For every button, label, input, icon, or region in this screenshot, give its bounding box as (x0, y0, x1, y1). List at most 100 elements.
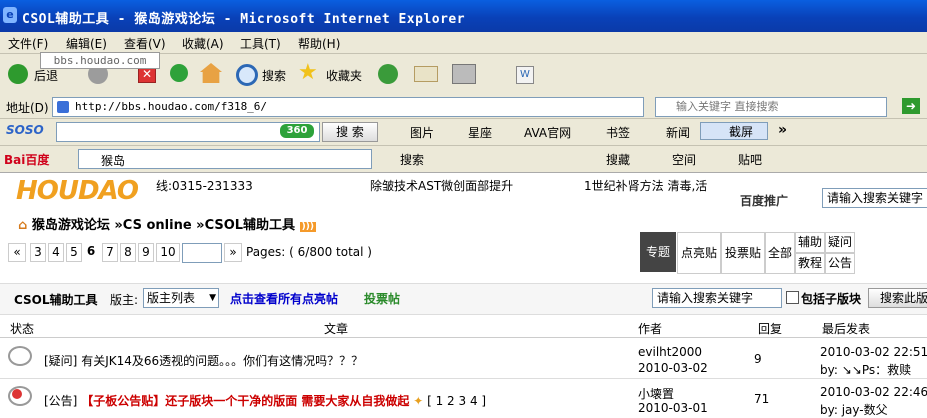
thread-title[interactable]: 【子板公告贴】还子版块一个干净的版面 需要大家从自我做起 (81, 394, 409, 408)
go-arrow-icon[interactable]: ➜ (902, 98, 920, 114)
thread-tag: [公告] (44, 394, 78, 408)
ad-link-2[interactable]: 1世纪补肾方法 清毒,活 (584, 177, 707, 194)
menu-bar: 文件(F) 编辑(E) 查看(V) 收藏(A) 工具(T) 帮助(H) (0, 32, 927, 54)
menu-favorites[interactable]: 收藏(A) (182, 35, 224, 52)
soso-item-screenshot[interactable]: 截屏 (700, 122, 768, 140)
edit-word-icon[interactable]: W (516, 66, 534, 84)
soso-logo: SOSO (6, 123, 44, 137)
page-link[interactable]: 4 (48, 243, 64, 262)
breadcrumb-sep: » (114, 218, 123, 233)
thread-last-by[interactable]: by: ↘↘Ps：救赎 (820, 361, 911, 378)
breadcrumb-current[interactable]: CSOL辅助工具 (205, 218, 295, 233)
baidu-item-tieba[interactable]: 贴吧 (738, 151, 762, 168)
address-input[interactable]: http://bbs.houdao.com/f318_6/ (52, 97, 644, 117)
menu-view[interactable]: 查看(V) (124, 35, 166, 52)
page-icon (57, 101, 69, 113)
tab-all[interactable]: 全部 (765, 232, 795, 274)
title-bar: e CSOL辅助工具 - 猴岛游戏论坛 - Microsoft Internet… (0, 0, 927, 32)
header-search-placeholder: 请输入搜索关键字 (827, 191, 924, 205)
back-button[interactable]: 后退 (34, 67, 58, 84)
page-link[interactable]: 3 (30, 243, 46, 262)
moderator-select[interactable]: 版主列表 ▼ (143, 288, 219, 308)
address-url: http://bbs.houdao.com/f318_6/ (75, 100, 268, 113)
baidu-item-space[interactable]: 空间 (672, 151, 696, 168)
page-link[interactable]: 9 (138, 243, 154, 262)
menu-edit[interactable]: 编辑(E) (66, 35, 107, 52)
site-logo: HOUDAO (16, 176, 139, 206)
thread-last-time: 2010-03-02 22:51 (820, 345, 927, 359)
soso-search-button[interactable]: 搜 索 (322, 122, 378, 142)
include-sub-checkbox[interactable] (786, 291, 799, 304)
page-link[interactable]: 10 (156, 243, 180, 262)
thread-last-by[interactable]: by: jay-数父 (820, 401, 888, 418)
print-icon[interactable] (452, 64, 476, 84)
col-status: 状态 (10, 322, 35, 336)
page-jump-input[interactable] (182, 243, 222, 263)
page-link[interactable]: 8 (120, 243, 136, 262)
soso-item-ava[interactable]: AVA官网 (524, 124, 571, 141)
tab-special[interactable]: 专题 (640, 232, 676, 272)
soso-item-news[interactable]: 新闻 (666, 124, 690, 141)
breadcrumb-sep: » (196, 218, 205, 233)
chevron-down-icon: ▼ (209, 293, 216, 303)
soso-item-bookmarks[interactable]: 书签 (606, 124, 630, 141)
baidu-search-input[interactable]: 猴岛 (78, 149, 372, 169)
thread-title[interactable]: 有关JK14及66透视的问题。。。你们有这情况吗？？？ (81, 354, 363, 368)
phone-text: 线:0315-231333 (156, 179, 253, 193)
history-icon[interactable] (378, 64, 398, 84)
col-replies: 回复 (758, 322, 783, 336)
back-arrow-icon[interactable] (8, 64, 28, 84)
baidu-promo[interactable]: 百度推广 (740, 192, 788, 209)
col-article: 文章 (324, 322, 349, 336)
rss-icon[interactable]: ))) (299, 222, 316, 232)
page-link[interactable]: 7 (102, 243, 118, 262)
baidu-item-collect[interactable]: 搜藏 (606, 151, 630, 168)
page-next[interactable]: » (224, 243, 242, 262)
360-badge: 360 (280, 124, 314, 138)
keyword-placeholder: 输入关键字 直接搜索 (676, 100, 779, 113)
menu-file[interactable]: 文件(F) (8, 35, 48, 52)
baidu-logo: Bai百度 (4, 153, 50, 167)
table-row[interactable]: [公告] 【子板公告贴】还子版块一个干净的版面 需要大家从自我做起 ✦ [ 1 … (44, 392, 486, 409)
tab-notice[interactable]: 公告 (825, 253, 855, 274)
include-sub-label: 包括子版块 (801, 292, 862, 306)
home-icon[interactable] (200, 63, 222, 83)
page-prev[interactable]: « (8, 243, 26, 262)
menu-help[interactable]: 帮助(H) (298, 35, 340, 52)
table-row[interactable]: [疑问] 有关JK14及66透视的问题。。。你们有这情况吗？？？ (44, 352, 363, 369)
refresh-icon[interactable] (170, 64, 188, 82)
keyword-search-input[interactable]: 输入关键字 直接搜索 (655, 97, 887, 117)
menu-tools[interactable]: 工具(T) (240, 35, 281, 52)
mail-icon[interactable] (414, 66, 438, 82)
tab-vote[interactable]: 投票贴 (721, 232, 765, 274)
baidu-search-button[interactable]: 搜索 (400, 151, 424, 168)
tab-question[interactable]: 疑问 (825, 232, 855, 253)
forum-search-input[interactable]: 请输入搜索关键字 (652, 288, 782, 308)
thread-author[interactable]: evilht2000 (638, 345, 702, 359)
page-link[interactable]: 5 (66, 243, 82, 262)
ad-link-1[interactable]: 除皱技术AST微创面部提升 (370, 177, 513, 194)
watermark-text: bbs.houdao.com (40, 52, 160, 69)
thread-pages[interactable]: [ 1 2 3 4 ] (427, 394, 486, 408)
tab-lit[interactable]: 点亮贴 (677, 232, 721, 274)
vote-posts-link[interactable]: 投票帖 (364, 290, 400, 307)
thread-author[interactable]: 小壊置 (638, 385, 674, 402)
breadcrumb-home[interactable]: 猴岛游戏论坛 (32, 218, 110, 233)
breadcrumb: ⌂ 猴岛游戏论坛 »CS online »CSOL辅助工具 ))) (18, 214, 316, 233)
favorites-star-icon[interactable]: ★ (298, 60, 318, 85)
search-button[interactable]: 搜索 (262, 67, 286, 84)
search-magnifier-icon[interactable] (236, 64, 258, 86)
pages-total: Pages: ( 6/800 total ) (246, 245, 372, 259)
tab-assist[interactable]: 辅助 (795, 232, 825, 253)
breadcrumb-cso[interactable]: CS online (123, 218, 192, 233)
view-lit-link[interactable]: 点击查看所有点亮帖 (230, 290, 338, 307)
search-forum-button[interactable]: 搜索此版 (868, 288, 927, 308)
soso-item-images[interactable]: 图片 (410, 124, 434, 141)
soso-item-horoscope[interactable]: 星座 (468, 124, 492, 141)
tab-tutorial[interactable]: 教程 (795, 253, 825, 274)
address-label: 地址(D) (6, 101, 49, 115)
header-search-input[interactable]: 请输入搜索关键字 (822, 188, 927, 208)
soso-more[interactable]: » (778, 122, 787, 138)
divider (0, 378, 927, 379)
favorites-button[interactable]: 收藏夹 (326, 67, 362, 84)
